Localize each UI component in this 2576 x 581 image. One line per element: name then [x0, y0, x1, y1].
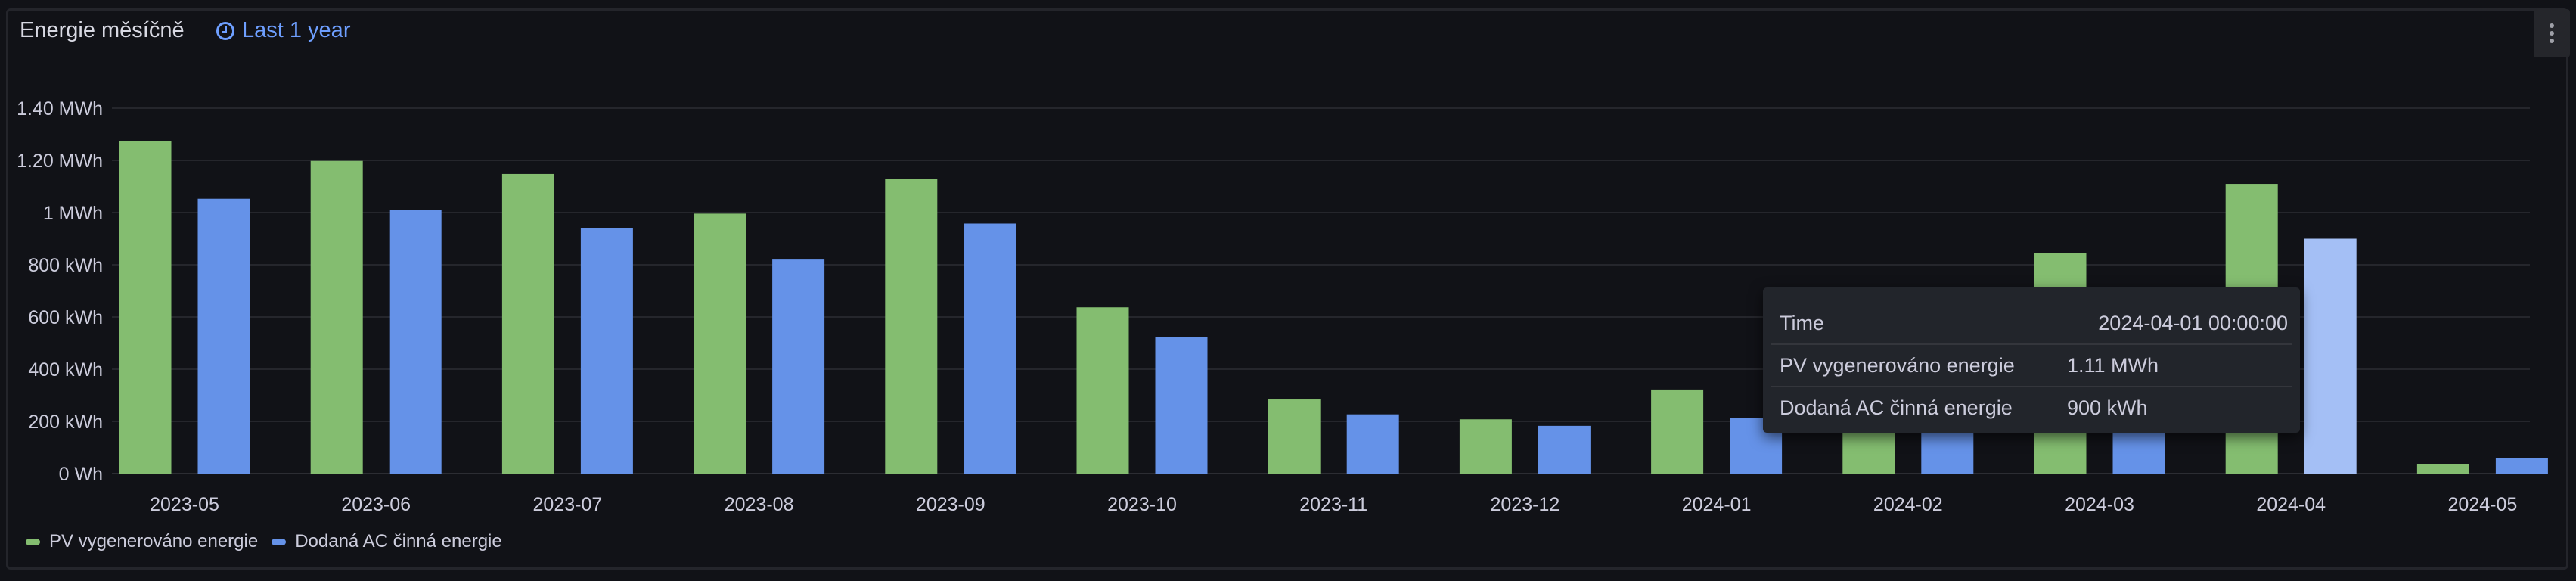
- x-tick-label: 2023-11: [1299, 494, 1367, 515]
- bar-pv[interactable]: [885, 179, 938, 474]
- x-tick-label: 2023-07: [533, 494, 603, 515]
- bar-ac[interactable]: [964, 223, 1016, 474]
- x-tick-label: 2023-12: [1491, 494, 1560, 515]
- x-tick-label: 2024-01: [1682, 494, 1752, 515]
- bar-pv[interactable]: [1076, 307, 1129, 474]
- legend-item-pv[interactable]: PV vygenerováno energie: [26, 531, 258, 552]
- x-tick-label: 2023-06: [341, 494, 411, 515]
- tooltip-label: PV vygenerováno energie: [1780, 353, 2015, 377]
- x-tick-label: 2023-08: [725, 494, 794, 515]
- bar-ac[interactable]: [2304, 238, 2357, 474]
- tooltip-label: Time: [1780, 311, 1824, 334]
- bar-ac[interactable]: [389, 210, 442, 474]
- bar-ac[interactable]: [1155, 337, 1208, 474]
- x-tick-label: 2023-09: [916, 494, 985, 515]
- bar-ac[interactable]: [1538, 425, 1591, 474]
- bar-pv[interactable]: [119, 141, 172, 474]
- x-tick-label: 2024-03: [2065, 494, 2134, 515]
- bar-ac[interactable]: [197, 198, 250, 474]
- tooltip-value: 2024-04-01 00:00:00: [2098, 311, 2288, 334]
- y-tick-label: 800 kWh: [28, 255, 103, 276]
- bar-ac[interactable]: [580, 228, 633, 474]
- x-tick-label: 2023-10: [1107, 494, 1177, 515]
- y-tick-label: 200 kWh: [28, 412, 103, 433]
- bar-ac[interactable]: [2495, 458, 2548, 474]
- bar-pv[interactable]: [1459, 419, 1512, 474]
- bar-pv[interactable]: [2416, 464, 2469, 474]
- y-tick-label: 1.20 MWh: [17, 151, 103, 172]
- tooltip-value: 1.11 MWh: [2067, 353, 2159, 377]
- x-tick-label: 2024-02: [1873, 494, 1943, 515]
- legend-label-ac: Dodaná AC činná energie: [295, 531, 502, 551]
- tooltip-row-pv: PV vygenerováno energie 1.11 MWh: [1771, 345, 2292, 387]
- tooltip-label: Dodaná AC činná energie: [1780, 396, 2013, 419]
- tooltip-row-time: Time 2024-04-01 00:00:00: [1771, 303, 2292, 345]
- bar-pv[interactable]: [310, 160, 363, 474]
- bar-pv[interactable]: [501, 173, 554, 474]
- legend-label-pv: PV vygenerováno energie: [49, 531, 259, 551]
- legend-swatch-pv: [26, 538, 40, 545]
- legend-item-ac[interactable]: Dodaná AC činná energie: [272, 531, 502, 552]
- y-tick-label: 400 kWh: [28, 359, 103, 381]
- bar-pv[interactable]: [1651, 389, 1704, 474]
- y-tick-label: 0 Wh: [59, 464, 103, 485]
- y-tick-label: 600 kWh: [28, 307, 103, 328]
- tooltip-row-ac: Dodaná AC činná energie 900 kWh: [1771, 387, 2292, 428]
- tooltip: Time 2024-04-01 00:00:00 PV vygenerováno…: [1763, 287, 2300, 433]
- bar-ac[interactable]: [1346, 414, 1399, 474]
- y-tick-label: 1.40 MWh: [17, 98, 103, 120]
- bar-pv[interactable]: [694, 213, 746, 474]
- legend: PV vygenerováno energie Dodaná AC činná …: [26, 531, 502, 552]
- x-tick-label: 2024-04: [2256, 494, 2326, 515]
- bar-ac[interactable]: [772, 259, 825, 474]
- tooltip-value: 900 kWh: [2067, 396, 2148, 419]
- legend-swatch-ac: [272, 538, 287, 545]
- x-tick-label: 2024-05: [2448, 494, 2518, 515]
- y-tick-label: 1 MWh: [43, 203, 103, 224]
- bar-pv[interactable]: [1268, 399, 1321, 474]
- x-tick-label: 2023-05: [150, 494, 219, 515]
